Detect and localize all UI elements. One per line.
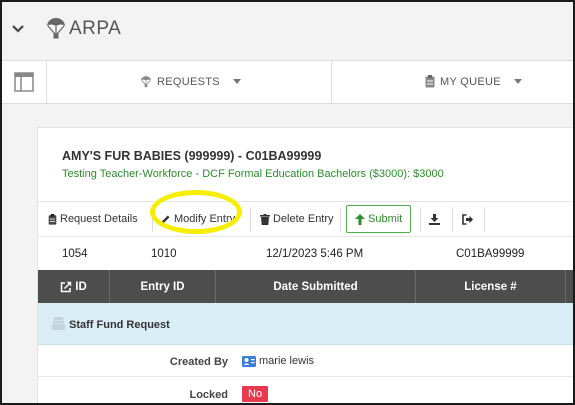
summary-entry-id: 1010 <box>151 248 177 260</box>
staff-fund-request-group[interactable]: Staff Fund Request <box>38 303 573 345</box>
request-subtitle: Testing Teacher-Workforce - DCF Formal E… <box>62 168 444 180</box>
nav-queue-label: MY QUEUE <box>440 75 501 88</box>
app-window: ARPA REQUESTS MY QUEUE AMY'S FUR BABIES … <box>0 0 575 405</box>
nav-my-queue[interactable]: MY QUEUE <box>332 61 573 103</box>
created-by-value: marie lewis <box>242 355 314 367</box>
request-details-button[interactable]: Request Details <box>48 202 138 236</box>
summary-license: C01BA99999 <box>456 248 525 260</box>
yellow-highlight-circle <box>150 190 242 234</box>
parachute-icon <box>141 76 151 88</box>
caret-down-icon <box>232 78 241 84</box>
created-by-label: Created By <box>169 356 228 368</box>
request-card: AMY'S FUR BABIES (999999) - C01BA99999 T… <box>37 127 573 403</box>
action-toolbar: Request Details Modify Entry Delete Entr… <box>38 201 573 237</box>
toolbar-divider <box>420 207 421 232</box>
group-label: Staff Fund Request <box>69 319 170 331</box>
caret-down-icon <box>513 78 522 84</box>
column-header-date-submitted[interactable]: Date Submitted <box>216 270 416 303</box>
app-title: ARPA <box>69 18 122 39</box>
trash-icon <box>260 213 270 225</box>
delete-entry-label: Delete Entry <box>273 213 334 225</box>
download-icon <box>428 213 440 225</box>
table-header: ID Entry ID Date Submitted License # <box>38 270 573 303</box>
toolbar-divider <box>484 207 485 232</box>
column-header-license-label: License # <box>464 280 517 293</box>
sign-out-button[interactable] <box>456 202 480 236</box>
nav-bar: REQUESTS MY QUEUE <box>2 60 573 104</box>
created-by-name: marie lewis <box>259 355 315 367</box>
download-button[interactable] <box>422 202 446 236</box>
submit-button[interactable]: Submit <box>346 205 412 233</box>
nav-requests-label: REQUESTS <box>157 75 220 88</box>
parachute-icon <box>47 18 65 39</box>
layout-icon <box>14 72 34 92</box>
app-header: ARPA <box>2 2 573 59</box>
column-header-license[interactable]: License # <box>416 270 566 303</box>
locked-value: No <box>242 386 269 402</box>
column-header-id[interactable]: ID <box>38 270 110 303</box>
column-header-entry-id-label: Entry ID <box>140 280 185 293</box>
locked-status-badge: No <box>242 386 269 402</box>
column-header-date-submitted-label: Date Submitted <box>273 280 358 293</box>
layout-toggle-button[interactable] <box>2 61 47 103</box>
id-card-icon <box>242 355 256 367</box>
created-by-row: Created By marie lewis <box>38 345 573 377</box>
toolbar-divider <box>340 207 341 232</box>
summary-date-submitted: 12/1/2023 5:46 PM <box>266 248 364 260</box>
sign-out-icon <box>462 213 473 225</box>
locked-row: Locked No <box>38 378 573 403</box>
clipboard-icon <box>48 213 57 225</box>
request-title: AMY'S FUR BABIES (999999) - C01BA99999 <box>62 149 322 163</box>
column-header-entry-id[interactable]: Entry ID <box>110 270 216 303</box>
delete-entry-button[interactable]: Delete Entry <box>260 202 334 236</box>
submit-label: Submit <box>368 213 403 225</box>
request-details-label: Request Details <box>60 213 138 225</box>
chevron-down-icon[interactable] <box>11 21 25 35</box>
clipboard-icon <box>425 75 435 88</box>
toolbar-divider <box>452 207 453 232</box>
toolbar-divider <box>250 207 251 232</box>
locked-label: Locked <box>189 389 228 401</box>
stack-icon <box>52 317 65 330</box>
summary-row[interactable]: 1054 1010 12/1/2023 5:46 PM C01BA99999 <box>38 237 573 270</box>
summary-id: 1054 <box>62 248 88 260</box>
nav-requests[interactable]: REQUESTS <box>47 61 332 103</box>
arrow-up-icon <box>355 213 365 225</box>
external-link-icon <box>61 281 72 292</box>
column-header-id-label: ID <box>75 280 87 293</box>
